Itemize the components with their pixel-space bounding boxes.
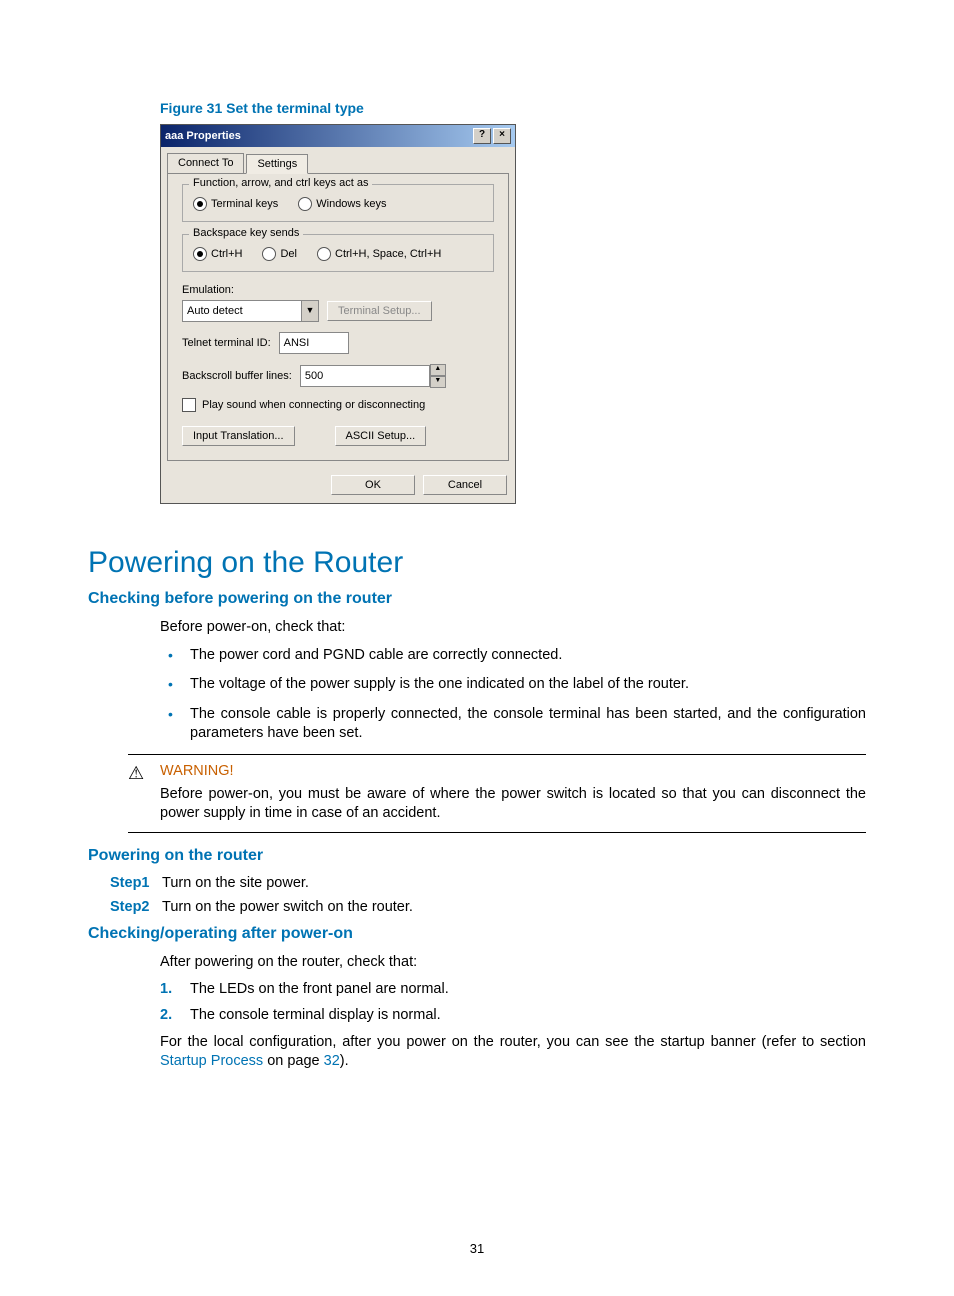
radio-ctrl-h-space[interactable]: Ctrl+H, Space, Ctrl+H <box>317 247 441 261</box>
warning-title: WARNING! <box>160 763 866 779</box>
after-numbered-list: The LEDs on the front panel are normal. … <box>160 981 866 1023</box>
list-item: The power cord and PGND cable are correc… <box>160 646 866 666</box>
terminal-setup-button[interactable]: Terminal Setup... <box>327 301 432 321</box>
warning-box: ⚠ WARNING! Before power-on, you must be … <box>128 754 866 833</box>
dialog-title: aaa Properties <box>165 130 241 142</box>
list-item: The console terminal display is normal. <box>160 1007 866 1023</box>
play-sound-checkbox[interactable]: Play sound when connecting or disconnect… <box>182 398 494 412</box>
ascii-setup-button[interactable]: ASCII Setup... <box>335 426 427 446</box>
radio-windows-keys[interactable]: Windows keys <box>298 197 386 211</box>
subheading-power-on: Powering on the router <box>88 847 866 865</box>
dialog-titlebar: aaa Properties ? × <box>161 125 515 147</box>
steps-list: Step1 Turn on the site power. Step2 Turn… <box>110 875 866 915</box>
spin-up-icon[interactable]: ▲ <box>430 364 446 376</box>
after-intro-text: After powering on the router, check that… <box>160 953 866 973</box>
radio-del[interactable]: Del <box>262 247 297 261</box>
radio-label: Del <box>280 248 297 260</box>
checkbox-label: Play sound when connecting or disconnect… <box>202 399 425 411</box>
radio-icon <box>193 197 207 211</box>
spin-down-icon[interactable]: ▼ <box>430 376 446 388</box>
document-page: Figure 31 Set the terminal type aaa Prop… <box>0 0 954 1296</box>
chevron-down-icon[interactable]: ▼ <box>302 300 319 322</box>
radio-ctrl-h[interactable]: Ctrl+H <box>193 247 242 261</box>
help-icon[interactable]: ? <box>473 128 491 144</box>
list-item: The voltage of the power supply is the o… <box>160 675 866 695</box>
step-row: Step1 Turn on the site power. <box>110 875 866 891</box>
closing-text: on page <box>263 1053 323 1069</box>
step-label: Step1 <box>110 875 162 891</box>
tab-settings[interactable]: Settings <box>246 154 308 174</box>
emulation-combo[interactable]: Auto detect ▼ <box>182 300 319 322</box>
closing-text: For the local configuration, after you p… <box>160 1034 866 1050</box>
link-page-32[interactable]: 32 <box>324 1053 340 1069</box>
warning-text: Before power-on, you must be aware of wh… <box>160 785 866 824</box>
radio-terminal-keys[interactable]: Terminal keys <box>193 197 278 211</box>
emulation-label: Emulation: <box>182 284 494 296</box>
radio-label: Terminal keys <box>211 198 278 210</box>
tab-body: Function, arrow, and ctrl keys act as Te… <box>167 173 509 461</box>
radio-label: Ctrl+H, Space, Ctrl+H <box>335 248 441 260</box>
subheading-after: Checking/operating after power-on <box>88 925 866 943</box>
before-bullet-list: The power cord and PGND cable are correc… <box>160 646 866 744</box>
list-item: The console cable is properly connected,… <box>160 705 866 744</box>
cancel-button[interactable]: Cancel <box>423 475 507 495</box>
radio-icon <box>262 247 276 261</box>
backscroll-label: Backscroll buffer lines: <box>182 370 292 382</box>
radio-icon <box>317 247 331 261</box>
properties-dialog: aaa Properties ? × Connect To Settings F… <box>160 124 516 504</box>
heading-powering-on: Powering on the Router <box>88 546 866 580</box>
group-legend: Function, arrow, and ctrl keys act as <box>189 177 372 189</box>
input-translation-button[interactable]: Input Translation... <box>182 426 295 446</box>
list-item: The LEDs on the front panel are normal. <box>160 981 866 997</box>
closing-paragraph: For the local configuration, after you p… <box>160 1033 866 1072</box>
radio-icon <box>298 197 312 211</box>
warning-icon: ⚠ <box>128 763 144 784</box>
group-function-keys: Function, arrow, and ctrl keys act as Te… <box>182 184 494 222</box>
emulation-value: Auto detect <box>182 300 302 322</box>
step-text: Turn on the power switch on the router. <box>162 899 413 915</box>
group-backspace: Backspace key sends Ctrl+H Del Ctrl+H, S… <box>182 234 494 272</box>
radio-label: Windows keys <box>316 198 386 210</box>
backscroll-spinner[interactable]: 500 ▲ ▼ <box>300 364 446 388</box>
tab-connect-to[interactable]: Connect To <box>167 153 244 173</box>
step-label: Step2 <box>110 899 162 915</box>
page-number: 31 <box>0 1241 954 1256</box>
radio-icon <box>193 247 207 261</box>
step-text: Turn on the site power. <box>162 875 309 891</box>
closing-text: ). <box>340 1053 349 1069</box>
telnet-id-label: Telnet terminal ID: <box>182 337 271 349</box>
subheading-check-before: Checking before powering on the router <box>88 590 866 608</box>
before-intro-text: Before power-on, check that: <box>160 618 866 638</box>
checkbox-icon <box>182 398 196 412</box>
group-legend: Backspace key sends <box>189 227 303 239</box>
backscroll-value[interactable]: 500 <box>300 365 430 387</box>
tab-strip: Connect To Settings <box>161 147 515 173</box>
close-icon[interactable]: × <box>493 128 511 144</box>
link-startup-process[interactable]: Startup Process <box>160 1053 263 1069</box>
ok-button[interactable]: OK <box>331 475 415 495</box>
radio-label: Ctrl+H <box>211 248 242 260</box>
step-row: Step2 Turn on the power switch on the ro… <box>110 899 866 915</box>
telnet-id-input[interactable]: ANSI <box>279 332 349 354</box>
figure-caption: Figure 31 Set the terminal type <box>160 100 866 116</box>
